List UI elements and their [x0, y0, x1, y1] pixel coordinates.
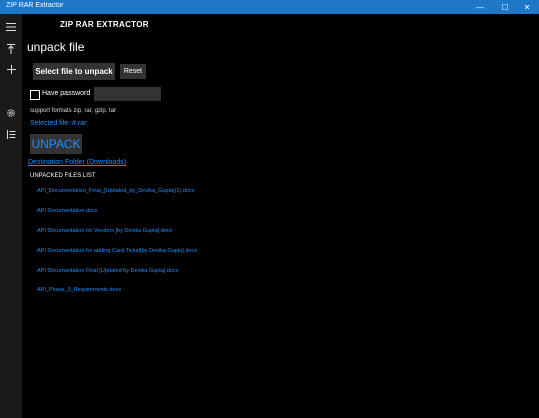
unpack-button[interactable]: UNPACK: [30, 134, 82, 154]
minimize-button[interactable]: —: [468, 0, 492, 14]
menu-icon[interactable]: [0, 18, 22, 36]
settings-icon[interactable]: [0, 104, 22, 122]
add-icon[interactable]: [0, 60, 22, 78]
page-title: unpack file: [27, 40, 85, 54]
file-item[interactable]: API Documentation.docx: [37, 208, 98, 214]
list-icon[interactable]: [0, 125, 22, 143]
file-item[interactable]: API Documentation for Vendors [by Devika…: [37, 228, 172, 234]
file-item[interactable]: API Documentation for adding Card-Ticket…: [37, 248, 197, 254]
sidebar: [0, 14, 22, 418]
selected-file-link[interactable]: Selected file: #.rar: [30, 120, 86, 127]
app-name: ZIP RAR EXTRACTOR: [60, 20, 149, 29]
have-password-label: Have password: [42, 90, 91, 97]
supported-formats-text: support formats zip, rar, gzip, tar: [30, 108, 117, 114]
file-item[interactable]: API Documentation Final [Updated by Devi…: [37, 268, 179, 274]
destination-folder-link[interactable]: Destination Folder (Downloads): [28, 159, 126, 166]
upload-icon[interactable]: [0, 40, 22, 58]
reset-button[interactable]: Reset: [120, 64, 146, 79]
unpacked-files-title: UNPACKED FILES LIST: [30, 173, 96, 179]
file-item[interactable]: API_Phase_3_Requirements.docx: [37, 287, 121, 293]
select-file-button[interactable]: Select file to unpack: [33, 63, 115, 80]
maximize-button[interactable]: ☐: [493, 0, 517, 14]
window-title: ZIP RAR Extractor: [6, 2, 64, 9]
password-input[interactable]: [94, 87, 161, 101]
close-button[interactable]: ✕: [515, 0, 539, 14]
have-password-checkbox[interactable]: [30, 90, 40, 100]
file-item[interactable]: API_Documentation_Final_[Updated_by_Devi…: [37, 188, 194, 194]
title-bar: ZIP RAR Extractor — ☐ ✕: [0, 0, 539, 14]
